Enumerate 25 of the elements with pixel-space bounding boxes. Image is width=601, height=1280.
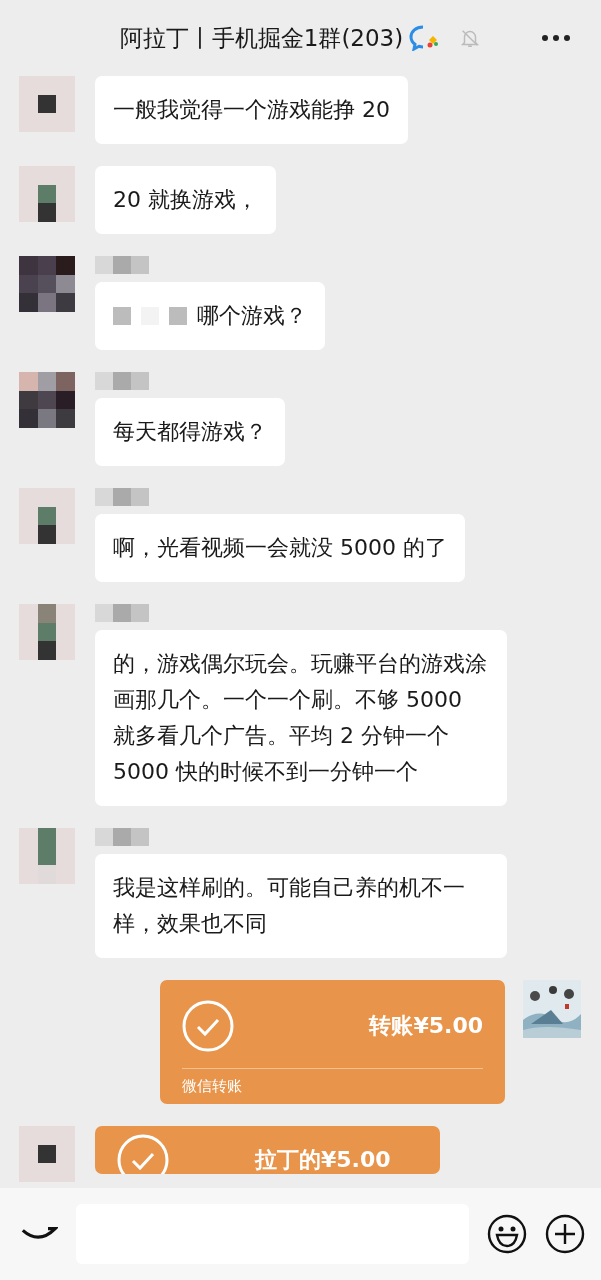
avatar[interactable] [19,604,75,660]
message-text: 的，游戏偶尔玩会。玩赚平台的游戏涂画那几个。一个一个刷。不够 5000 就多看几个广告。平均 2 分钟一个 5000 快的时候不到一分钟一个 [113,650,488,786]
avatar[interactable] [19,76,75,132]
more-icon[interactable] [541,34,571,42]
avatar[interactable] [19,1126,75,1182]
avatar[interactable] [19,488,75,544]
message-text: 哪个游戏？ [197,302,307,330]
avatar[interactable] [19,256,75,312]
transfer-amount: 转账¥5.00 [369,1012,483,1040]
message-text: 一般我觉得一个游戏能挣 20 [113,96,390,124]
check-circle-icon [182,1000,234,1052]
transfer-card[interactable]: 转账¥5.00 微信转账 [160,980,505,1104]
window-title: 阿拉丁丨手机掘金1群(203) [119,23,404,53]
transfer-label: 微信转账 [182,1068,483,1096]
avatar[interactable] [19,166,75,222]
message-text: 我是这样刷的。可能自己养的机不一样，效果也不同 [113,874,466,938]
plus-icon[interactable] [545,1214,585,1254]
transfer-card[interactable]: 拉丁的¥5.00 [95,1126,440,1174]
emoji-icon[interactable] [487,1214,527,1254]
transfer-amount: 拉丁的¥5.00 [255,1146,391,1174]
message-text: 20 就换游戏， [113,186,258,214]
avatar[interactable] [19,372,75,428]
message-text: 啊，光看视频一会就没 5000 的了 [113,534,447,562]
chat-bubble-icon [409,25,440,51]
message-text: 每天都得游戏？ [113,418,267,446]
